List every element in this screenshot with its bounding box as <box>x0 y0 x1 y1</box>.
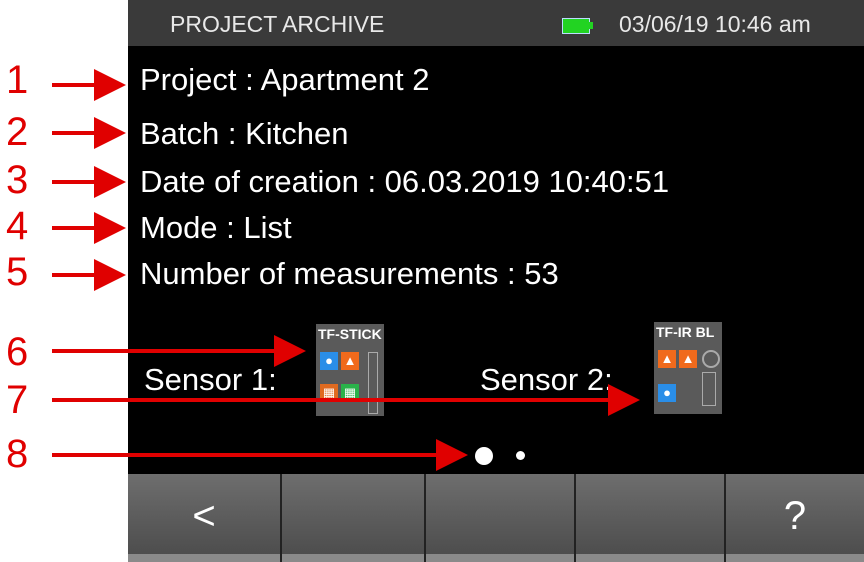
callout-arrows <box>52 69 640 471</box>
